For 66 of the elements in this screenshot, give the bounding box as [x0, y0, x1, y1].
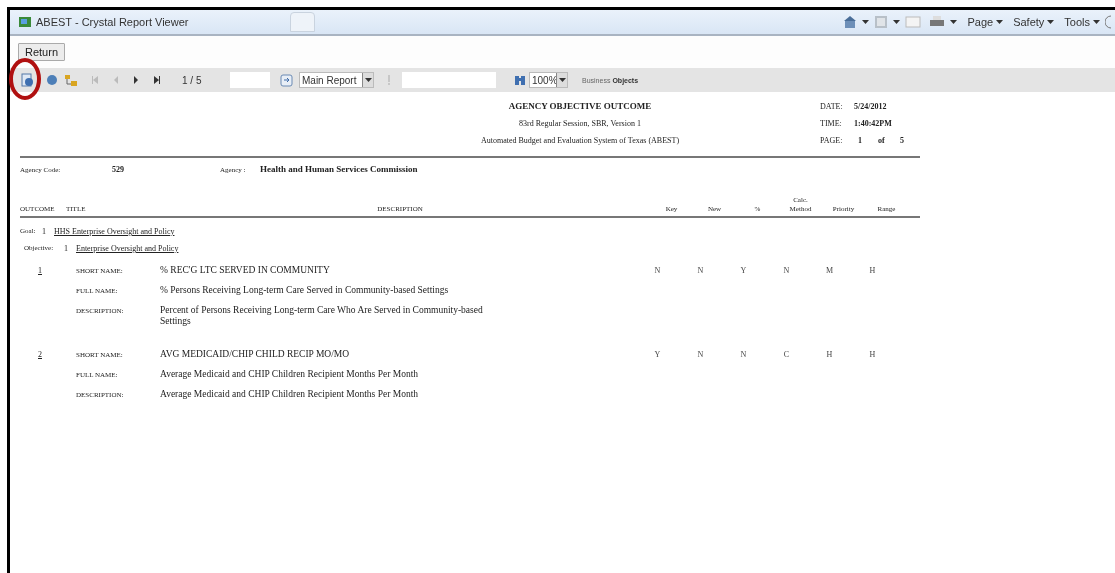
export-icon[interactable] — [20, 73, 34, 87]
annotation-circle — [8, 57, 42, 101]
caret-icon — [893, 20, 901, 24]
page-of-text: of — [878, 135, 886, 147]
meta-label: TIME: — [820, 118, 843, 130]
meta-value: 1:40:42PM — [854, 118, 892, 130]
flag-value: N — [739, 349, 748, 361]
meta-label: DATE: — [820, 101, 844, 113]
caret-icon — [558, 78, 566, 82]
mail-icon[interactable] — [905, 16, 922, 28]
page-total: 5 — [900, 135, 904, 147]
return-button[interactable]: Return — [18, 43, 66, 61]
group-link[interactable]: HHS Enterprise Oversight and Policy — [54, 223, 175, 240]
tree-icon[interactable] — [64, 73, 78, 87]
meta-value: 5/24/2012 — [854, 101, 887, 113]
field-value: % Persons Receiving Long-term Care Served in Community-based Settings — [160, 285, 450, 297]
flag-value: Y — [653, 349, 662, 361]
flag-value: Y — [739, 265, 748, 277]
report-subtitle: 83rd Regular Session, SBR, Version 1 — [519, 118, 641, 130]
page-number: 1 — [858, 135, 863, 147]
field-value: Average Medicaid and CHIP Children Recipient Months Per Month — [160, 389, 420, 401]
flag-value: H — [868, 265, 877, 277]
group-link[interactable]: Enterprise Oversight and Policy — [76, 240, 179, 257]
caret-icon — [996, 20, 1004, 24]
report-subtitle: Automated Budget and Evaluation System of Texas (ABEST) — [480, 135, 680, 147]
flag-value: N — [696, 349, 705, 361]
caret-icon — [950, 20, 958, 24]
flag-value: N — [782, 265, 791, 277]
page-number-field[interactable] — [230, 72, 270, 88]
flag-value: N — [696, 265, 705, 277]
field-value: % REC'G LTC SERVED IN COMMUNITY — [160, 265, 331, 277]
caret-icon — [862, 20, 870, 24]
field-value: AVG MEDICAID/CHIP CHILD RECIP MO/MO — [160, 349, 351, 361]
flag-value: H — [868, 349, 877, 361]
previous-page-icon[interactable] — [114, 76, 118, 84]
page-indicator: 1 / 5 — [182, 73, 203, 88]
browser-menu[interactable]: Tools — [1064, 13, 1100, 31]
field-value: Percent of Persons Receiving Long-term Care Who Are Served in Community-based Settings — [160, 305, 484, 327]
caret-icon — [1047, 20, 1055, 24]
group-number: 1 — [64, 243, 69, 255]
flag-value: C — [782, 349, 791, 361]
field-value: Average Medicaid and CHIP Children Recipient Months Per Month — [160, 369, 420, 381]
agency-code: 529 — [112, 164, 125, 176]
report-title: AGENCY OBJECTIVE OUTCOME — [508, 100, 652, 113]
next-page-icon[interactable] — [134, 76, 138, 84]
outcome-number: 2 — [37, 349, 43, 361]
group-number: 1 — [42, 226, 47, 238]
agency-name: Health and Human Services Commission — [260, 163, 418, 177]
last-page-icon[interactable] — [154, 76, 160, 84]
flag-value: N — [653, 265, 662, 277]
zoom-select[interactable]: 100% — [529, 72, 568, 88]
flag-value: H — [825, 349, 834, 361]
report-select[interactable]: Main Report — [299, 72, 374, 88]
outcome-number: 1 — [37, 265, 43, 277]
browser-menu[interactable]: Safety — [1013, 13, 1055, 31]
browser-menu[interactable]: Page — [967, 13, 1004, 31]
caret-icon — [1093, 20, 1100, 24]
window-title: ABEST - Crystal Report Viewer — [36, 14, 190, 30]
home-icon[interactable] — [843, 15, 858, 29]
browser-icon — [18, 15, 32, 29]
go-to-page-icon[interactable] — [280, 73, 293, 87]
caret-icon — [364, 78, 372, 82]
meta-label: PAGE: — [820, 135, 844, 147]
first-page-icon[interactable] — [92, 76, 98, 84]
flag-value: M — [824, 265, 835, 277]
search-field[interactable] — [402, 72, 496, 88]
